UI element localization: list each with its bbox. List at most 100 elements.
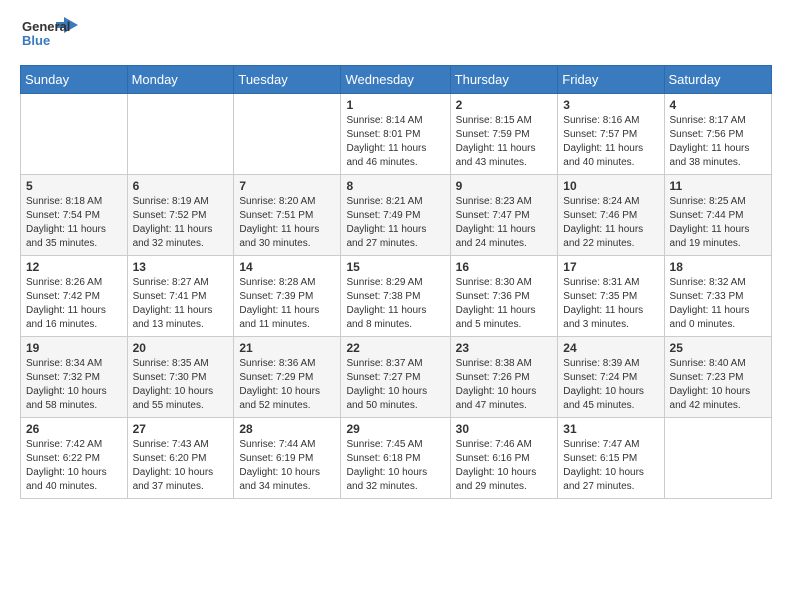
weekday-header-friday: Friday <box>558 66 664 94</box>
weekday-header-saturday: Saturday <box>664 66 771 94</box>
day-cell: 3 Sunrise: 8:16 AM Sunset: 7:57 PM Daylig… <box>558 94 664 175</box>
day-cell: 16 Sunrise: 8:30 AM Sunset: 7:36 PM Dayli… <box>450 256 558 337</box>
day-number: 14 <box>239 260 335 274</box>
weekday-header-wednesday: Wednesday <box>341 66 450 94</box>
day-cell: 1Sunrise: 8:14 AM Sunset: 8:01 PM Daylig… <box>341 94 450 175</box>
day-cell: 12Sunrise: 8:26 AM Sunset: 7:42 PM Dayli… <box>21 256 128 337</box>
week-row-2: 5 Sunrise: 8:18 AM Sunset: 7:54 PM Daylig… <box>21 175 772 256</box>
day-number: 10 <box>563 179 658 193</box>
day-info: Sunrise: 7:46 AM Sunset: 6:16 PM Dayligh… <box>456 438 553 494</box>
day-info: Sunrise: 7:47 AM Sunset: 6:15 PM Dayligh… <box>563 438 658 494</box>
day-info: Sunrise: 8:21 AM Sunset: 7:49 PM Dayligh… <box>346 195 444 251</box>
day-cell: 4 Sunrise: 8:17 AM Sunset: 7:56 PM Daylig… <box>664 94 771 175</box>
day-info: Sunrise: 8:31 AM Sunset: 7:35 PM Dayligh… <box>563 276 658 332</box>
calendar-table: SundayMondayTuesdayWednesdayThursdayFrid… <box>20 65 772 499</box>
day-number: 31 <box>563 422 658 436</box>
day-number: 4 <box>670 98 766 112</box>
day-number: 24 <box>563 341 658 355</box>
day-number: 20 <box>133 341 229 355</box>
day-info: Sunrise: 7:43 AM Sunset: 6:20 PM Dayligh… <box>133 438 229 494</box>
day-number: 1 <box>346 98 444 112</box>
day-info: Sunrise: 7:44 AM Sunset: 6:19 PM Dayligh… <box>239 438 335 494</box>
day-info: Sunrise: 8:16 AM Sunset: 7:57 PM Dayligh… <box>563 114 658 170</box>
day-info: Sunrise: 8:17 AM Sunset: 7:56 PM Dayligh… <box>670 114 766 170</box>
day-cell <box>21 94 128 175</box>
weekday-header-thursday: Thursday <box>450 66 558 94</box>
day-number: 19 <box>26 341 122 355</box>
day-cell: 10Sunrise: 8:24 AM Sunset: 7:46 PM Dayli… <box>558 175 664 256</box>
day-number: 8 <box>346 179 444 193</box>
day-info: Sunrise: 8:35 AM Sunset: 7:30 PM Dayligh… <box>133 357 229 413</box>
day-cell: 17Sunrise: 8:31 AM Sunset: 7:35 PM Dayli… <box>558 256 664 337</box>
day-cell: 24 Sunrise: 8:39 AM Sunset: 7:24 PM Dayli… <box>558 337 664 418</box>
day-info: Sunrise: 8:30 AM Sunset: 7:36 PM Dayligh… <box>456 276 553 332</box>
day-cell: 30 Sunrise: 7:46 AM Sunset: 6:16 PM Dayli… <box>450 418 558 499</box>
day-number: 21 <box>239 341 335 355</box>
day-cell: 5 Sunrise: 8:18 AM Sunset: 7:54 PM Daylig… <box>21 175 128 256</box>
day-number: 18 <box>670 260 766 274</box>
day-cell: 15 Sunrise: 8:29 AM Sunset: 7:38 PM Dayli… <box>341 256 450 337</box>
day-cell: 23 Sunrise: 8:38 AM Sunset: 7:26 PM Dayli… <box>450 337 558 418</box>
header: GeneralBlue <box>20 15 772 55</box>
day-number: 3 <box>563 98 658 112</box>
day-number: 9 <box>456 179 553 193</box>
day-number: 5 <box>26 179 122 193</box>
day-number: 27 <box>133 422 229 436</box>
day-number: 30 <box>456 422 553 436</box>
day-info: Sunrise: 8:28 AM Sunset: 7:39 PM Dayligh… <box>239 276 335 332</box>
svg-text:Blue: Blue <box>22 33 50 48</box>
day-cell: 29Sunrise: 7:45 AM Sunset: 6:18 PM Dayli… <box>341 418 450 499</box>
day-info: Sunrise: 8:23 AM Sunset: 7:47 PM Dayligh… <box>456 195 553 251</box>
day-info: Sunrise: 8:34 AM Sunset: 7:32 PM Dayligh… <box>26 357 122 413</box>
day-number: 11 <box>670 179 766 193</box>
day-cell: 18 Sunrise: 8:32 AM Sunset: 7:33 PM Dayli… <box>664 256 771 337</box>
day-cell: 28 Sunrise: 7:44 AM Sunset: 6:19 PM Dayli… <box>234 418 341 499</box>
day-info: Sunrise: 8:19 AM Sunset: 7:52 PM Dayligh… <box>133 195 229 251</box>
day-cell: 26 Sunrise: 7:42 AM Sunset: 6:22 PM Dayli… <box>21 418 128 499</box>
day-number: 28 <box>239 422 335 436</box>
day-cell: 20 Sunrise: 8:35 AM Sunset: 7:30 PM Dayli… <box>127 337 234 418</box>
day-cell: 8 Sunrise: 8:21 AM Sunset: 7:49 PM Daylig… <box>341 175 450 256</box>
weekday-header-sunday: Sunday <box>21 66 128 94</box>
day-cell: 13 Sunrise: 8:27 AM Sunset: 7:41 PM Dayli… <box>127 256 234 337</box>
day-cell: 9 Sunrise: 8:23 AM Sunset: 7:47 PM Daylig… <box>450 175 558 256</box>
day-info: Sunrise: 8:38 AM Sunset: 7:26 PM Dayligh… <box>456 357 553 413</box>
day-cell: 21 Sunrise: 8:36 AM Sunset: 7:29 PM Dayli… <box>234 337 341 418</box>
weekday-header-row: SundayMondayTuesdayWednesdayThursdayFrid… <box>21 66 772 94</box>
day-info: Sunrise: 8:32 AM Sunset: 7:33 PM Dayligh… <box>670 276 766 332</box>
day-info: Sunrise: 8:25 AM Sunset: 7:44 PM Dayligh… <box>670 195 766 251</box>
day-cell <box>127 94 234 175</box>
day-number: 12 <box>26 260 122 274</box>
day-cell <box>234 94 341 175</box>
day-number: 26 <box>26 422 122 436</box>
day-cell <box>664 418 771 499</box>
day-info: Sunrise: 8:40 AM Sunset: 7:23 PM Dayligh… <box>670 357 766 413</box>
day-info: Sunrise: 7:45 AM Sunset: 6:18 PM Dayligh… <box>346 438 444 494</box>
day-number: 16 <box>456 260 553 274</box>
day-info: Sunrise: 8:20 AM Sunset: 7:51 PM Dayligh… <box>239 195 335 251</box>
day-cell: 14 Sunrise: 8:28 AM Sunset: 7:39 PM Dayli… <box>234 256 341 337</box>
day-cell: 25 Sunrise: 8:40 AM Sunset: 7:23 PM Dayli… <box>664 337 771 418</box>
day-number: 13 <box>133 260 229 274</box>
week-row-5: 26 Sunrise: 7:42 AM Sunset: 6:22 PM Dayli… <box>21 418 772 499</box>
day-info: Sunrise: 7:42 AM Sunset: 6:22 PM Dayligh… <box>26 438 122 494</box>
day-cell: 11 Sunrise: 8:25 AM Sunset: 7:44 PM Dayli… <box>664 175 771 256</box>
day-number: 2 <box>456 98 553 112</box>
day-info: Sunrise: 8:27 AM Sunset: 7:41 PM Dayligh… <box>133 276 229 332</box>
day-number: 22 <box>346 341 444 355</box>
day-cell: 31 Sunrise: 7:47 AM Sunset: 6:15 PM Dayli… <box>558 418 664 499</box>
day-number: 23 <box>456 341 553 355</box>
day-cell: 2Sunrise: 8:15 AM Sunset: 7:59 PM Daylig… <box>450 94 558 175</box>
day-info: Sunrise: 8:37 AM Sunset: 7:27 PM Dayligh… <box>346 357 444 413</box>
day-info: Sunrise: 8:18 AM Sunset: 7:54 PM Dayligh… <box>26 195 122 251</box>
day-number: 15 <box>346 260 444 274</box>
logo-svg: GeneralBlue <box>20 15 80 55</box>
week-row-1: 1Sunrise: 8:14 AM Sunset: 8:01 PM Daylig… <box>21 94 772 175</box>
day-info: Sunrise: 8:39 AM Sunset: 7:24 PM Dayligh… <box>563 357 658 413</box>
day-info: Sunrise: 8:29 AM Sunset: 7:38 PM Dayligh… <box>346 276 444 332</box>
day-number: 25 <box>670 341 766 355</box>
day-info: Sunrise: 8:36 AM Sunset: 7:29 PM Dayligh… <box>239 357 335 413</box>
week-row-4: 19 Sunrise: 8:34 AM Sunset: 7:32 PM Dayli… <box>21 337 772 418</box>
logo: GeneralBlue <box>20 15 80 55</box>
page: GeneralBlue SundayMondayTuesdayWednesday… <box>0 0 792 612</box>
